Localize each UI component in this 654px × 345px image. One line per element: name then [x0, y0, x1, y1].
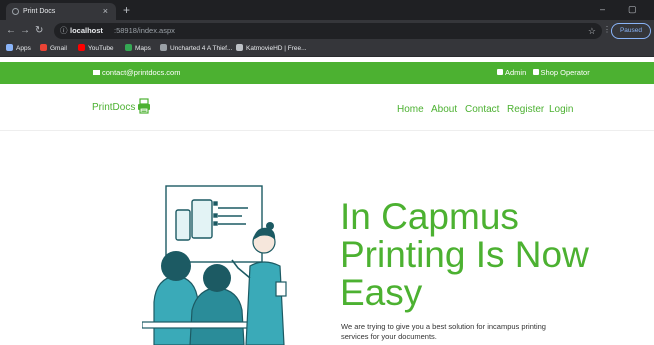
- printer-icon: [138, 98, 150, 114]
- shop-icon: [532, 69, 539, 75]
- page-icon: [160, 44, 167, 51]
- minimize-icon[interactable]: –: [600, 2, 605, 16]
- hero-title-line: In Capmus: [340, 196, 519, 237]
- url-host: localhost: [70, 26, 103, 35]
- hero-title-line: Printing Is Now: [340, 234, 589, 275]
- page-favicon-icon: [12, 8, 19, 15]
- bookmark-star-icon[interactable]: ☆: [588, 23, 596, 39]
- bookmark-katmovie[interactable]: KatmovieHD | Free...: [236, 44, 307, 54]
- bookmark-gmail[interactable]: Gmail: [40, 44, 67, 54]
- hero-title-line: Easy: [340, 272, 423, 313]
- forward-arrow-icon[interactable]: →: [20, 24, 30, 38]
- nav-home[interactable]: Home: [397, 104, 424, 115]
- bookmarks-bar: Apps Gmail YouTube Maps Uncharted 4 A Th…: [0, 42, 654, 57]
- nav-register[interactable]: Register: [507, 104, 544, 115]
- admin-link[interactable]: Admin: [497, 68, 526, 77]
- tab-close-icon[interactable]: ×: [103, 3, 108, 20]
- browser-tab[interactable]: Print Docs ×: [6, 3, 116, 20]
- youtube-icon: [78, 44, 85, 51]
- hero-title: In Capmus Printing Is Now Easy: [340, 198, 640, 312]
- nav-login[interactable]: Login: [549, 104, 573, 115]
- address-bar[interactable]: ⓘ localhost :58918/index.aspx ☆: [54, 23, 602, 39]
- hero-subtitle-line: services for your documents.: [341, 332, 437, 341]
- nav-about[interactable]: About: [431, 104, 457, 115]
- browser-tab-bar: Print Docs × + – ▢: [0, 0, 654, 20]
- gmail-icon: [40, 44, 47, 51]
- apps-grid-icon: [6, 44, 13, 51]
- hero-illustration: [142, 185, 287, 345]
- brand-logo-text[interactable]: PrintDocs: [92, 102, 135, 113]
- role-links: Admin Shop Operator: [497, 62, 590, 84]
- bookmark-apps[interactable]: Apps: [6, 44, 31, 54]
- new-tab-icon[interactable]: +: [123, 2, 130, 18]
- bookmark-youtube[interactable]: YouTube: [78, 44, 114, 54]
- maps-icon: [125, 44, 132, 51]
- site-navbar: PrintDocs Home About Contact Register Lo…: [0, 84, 654, 131]
- envelope-icon: [93, 70, 100, 75]
- tab-title: Print Docs: [23, 8, 56, 15]
- contact-strip: contact@printdocs.com Admin Shop Operato…: [0, 62, 654, 84]
- nav-contact[interactable]: Contact: [465, 104, 499, 115]
- hero-subtitle-line: We are trying to give you a best solutio…: [341, 322, 546, 331]
- site-info-icon[interactable]: ⓘ: [60, 23, 68, 39]
- extension-icon[interactable]: ⋮: [603, 25, 611, 34]
- hero-subtitle: We are trying to give you a best solutio…: [341, 322, 641, 342]
- browser-toolbar: ← → ↻ ⓘ localhost :58918/index.aspx ☆ ⋮ …: [0, 20, 654, 42]
- user-icon: [497, 69, 503, 75]
- shop-operator-link[interactable]: Shop Operator: [532, 68, 590, 77]
- bookmark-maps[interactable]: Maps: [125, 44, 151, 54]
- reload-icon[interactable]: ↻: [35, 24, 43, 38]
- url-path: :58918/index.aspx: [114, 26, 175, 35]
- profile-button[interactable]: Paused: [611, 23, 651, 39]
- maximize-icon[interactable]: ▢: [628, 2, 637, 16]
- bookmark-uncharted[interactable]: Uncharted 4 A Thief...: [160, 44, 232, 54]
- back-arrow-icon[interactable]: ←: [6, 24, 16, 38]
- katmovie-icon: [236, 44, 243, 51]
- contact-email[interactable]: contact@printdocs.com: [93, 62, 180, 84]
